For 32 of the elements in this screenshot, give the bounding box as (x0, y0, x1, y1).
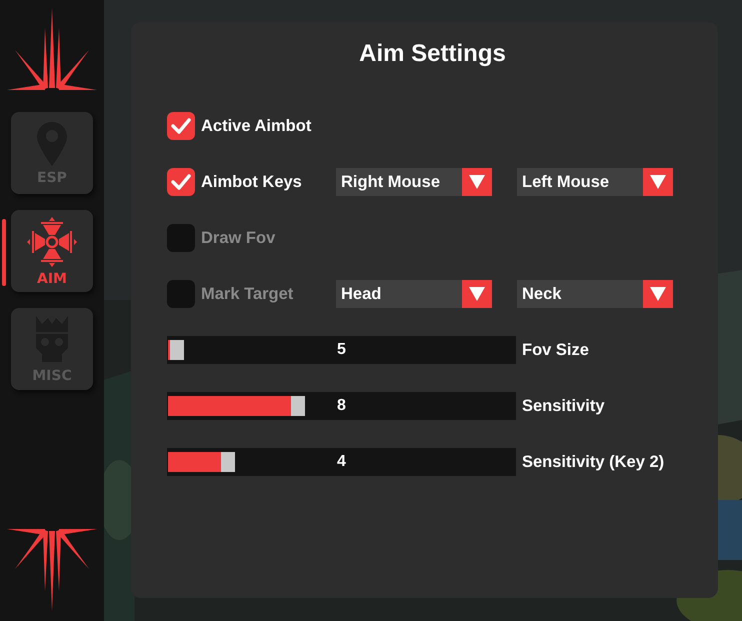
dropdown[interactable]: Neck (517, 280, 673, 308)
checkbox[interactable] (167, 112, 195, 140)
slider-thumb[interactable] (170, 340, 184, 360)
panel-title: Aim Settings (358, 39, 507, 69)
sidebar-tab[interactable]: AIM (11, 210, 93, 292)
active-indicator (2, 219, 6, 286)
slider-value: 8 (336, 396, 347, 416)
dropdown[interactable]: Right Mouse (336, 168, 492, 196)
dropdown[interactable]: Head (336, 280, 492, 308)
option-label: Active Aimbot (201, 116, 312, 137)
slider-value: 4 (336, 452, 347, 472)
slider-label: Fov Size (522, 340, 589, 361)
slider-value: 5 (336, 340, 347, 360)
crosshair-icon (27, 216, 77, 266)
slider-track[interactable]: 4 (167, 448, 516, 476)
checkbox[interactable] (167, 280, 195, 308)
option-label: Draw Fov (201, 228, 276, 249)
slider-track[interactable]: 5 (167, 336, 516, 364)
slider-label: Sensitivity (522, 396, 605, 417)
slider-thumb[interactable] (221, 452, 236, 472)
caret-icon (650, 175, 666, 189)
option-label: Aimbot Keys (201, 172, 303, 193)
slider-thumb[interactable] (291, 396, 306, 416)
slider-label: Sensitivity (Key 2) (522, 452, 664, 473)
dropdown[interactable]: Left Mouse (517, 168, 673, 196)
checkbox[interactable] (167, 224, 195, 252)
slider-track[interactable]: 8 (167, 392, 516, 420)
checkbox[interactable] (167, 168, 195, 196)
option-label: Mark Target (201, 284, 294, 305)
caret-icon (650, 287, 666, 301)
caret-icon (469, 287, 485, 301)
caret-icon (469, 175, 485, 189)
